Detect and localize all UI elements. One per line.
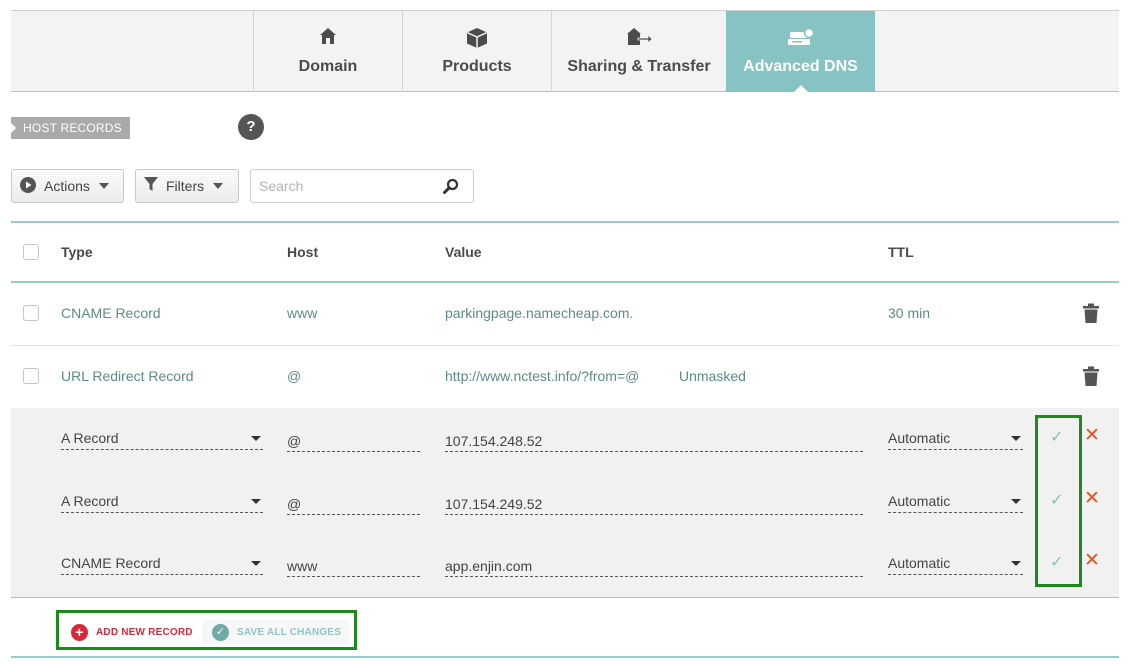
row-checkbox[interactable] bbox=[23, 368, 39, 384]
ttl-select[interactable]: Automatic bbox=[888, 428, 1023, 450]
caret-down-icon bbox=[251, 561, 261, 566]
add-new-record-label: ADD NEW RECORD bbox=[96, 626, 193, 638]
record-type: URL Redirect Record bbox=[61, 368, 194, 384]
record-host: www bbox=[287, 305, 318, 321]
save-all-changes-button[interactable]: ✓ SAVE ALL CHANGES bbox=[202, 620, 350, 644]
ttl-select[interactable]: Automatic bbox=[888, 553, 1023, 575]
ttl-value: Automatic bbox=[888, 493, 951, 509]
redirect-mode: Unmasked bbox=[679, 368, 746, 384]
record-value: http://www.nctest.info/?from=@ bbox=[445, 368, 640, 384]
check-circle-icon: ✓ bbox=[212, 623, 229, 641]
host-input[interactable]: www bbox=[287, 555, 420, 577]
trash-icon[interactable] bbox=[1083, 366, 1099, 391]
filters-label: Filters bbox=[166, 178, 205, 194]
actions-label: Actions bbox=[44, 178, 90, 194]
save-all-changes-label: SAVE ALL CHANGES bbox=[237, 626, 342, 638]
ttl-value: Automatic bbox=[888, 555, 951, 571]
ttl-value: Automatic bbox=[888, 430, 951, 446]
row-checkbox[interactable] bbox=[23, 305, 39, 321]
record-type-value: CNAME Record bbox=[61, 555, 161, 571]
tab-sharing-transfer[interactable]: Sharing & Transfer bbox=[551, 11, 726, 92]
caret-down-icon bbox=[251, 436, 261, 441]
add-new-record-button[interactable]: + ADD NEW RECORD bbox=[71, 620, 193, 644]
record-type-select[interactable]: A Record bbox=[61, 428, 263, 450]
new-records-edit-block: A Record @ 107.154.248.52 Automatic ✓ ✕ … bbox=[11, 408, 1119, 598]
value-input[interactable]: 107.154.249.52 bbox=[445, 493, 863, 515]
header-ttl: TTL bbox=[888, 244, 914, 260]
filters-button[interactable]: Filters bbox=[135, 169, 239, 203]
box-icon bbox=[403, 27, 551, 49]
actions-button[interactable]: Actions bbox=[11, 169, 124, 203]
tab-products[interactable]: Products bbox=[402, 11, 551, 92]
close-icon[interactable]: ✕ bbox=[1084, 487, 1100, 510]
dns-server-icon bbox=[726, 27, 875, 49]
record-type-select[interactable]: A Record bbox=[61, 491, 263, 513]
caret-down-icon bbox=[1011, 499, 1021, 504]
tab-label: Advanced DNS bbox=[743, 58, 858, 75]
record-actions-highlight: + ADD NEW RECORD ✓ SAVE ALL CHANGES bbox=[56, 610, 357, 650]
highlight-box-confirm-column bbox=[1035, 415, 1082, 587]
caret-down-icon bbox=[1011, 436, 1021, 441]
edit-row: A Record @ 107.154.249.52 Automatic ✓ ✕ bbox=[11, 471, 1119, 534]
transfer-icon bbox=[552, 27, 726, 49]
tab-label: Sharing & Transfer bbox=[567, 58, 711, 75]
table-header: Type Host Value TTL bbox=[11, 221, 1119, 283]
close-icon[interactable]: ✕ bbox=[1084, 549, 1100, 572]
record-host: @ bbox=[287, 368, 302, 384]
top-tab-bar: Domain Products Sharing & Transfer Advan… bbox=[11, 10, 1119, 93]
caret-down-icon bbox=[1011, 561, 1021, 566]
play-circle-icon bbox=[20, 176, 36, 196]
record-type-value: A Record bbox=[61, 493, 119, 509]
header-type: Type bbox=[61, 244, 93, 260]
search-icon[interactable] bbox=[443, 178, 459, 199]
value-input[interactable]: app.enjin.com bbox=[445, 555, 863, 577]
active-tab-caret bbox=[792, 85, 809, 93]
ttl-select[interactable]: Automatic bbox=[888, 491, 1023, 513]
help-icon[interactable]: ? bbox=[238, 114, 264, 140]
filter-icon bbox=[144, 177, 158, 195]
tab-label: Products bbox=[442, 58, 512, 75]
chevron-down-icon bbox=[213, 183, 224, 189]
tab-domain[interactable]: Domain bbox=[253, 11, 402, 92]
header-value: Value bbox=[445, 244, 482, 260]
tab-label: Domain bbox=[298, 58, 358, 75]
value-input[interactable]: 107.154.248.52 bbox=[445, 430, 863, 452]
host-input[interactable]: @ bbox=[287, 430, 420, 452]
search-input[interactable] bbox=[259, 178, 439, 194]
table-row: CNAME Record www parkingpage.namecheap.c… bbox=[11, 283, 1119, 346]
edit-row: CNAME Record www app.enjin.com Automatic… bbox=[11, 533, 1119, 596]
edit-row: A Record @ 107.154.248.52 Automatic ✓ ✕ bbox=[11, 408, 1119, 471]
header-host: Host bbox=[287, 244, 319, 260]
record-value: parkingpage.namecheap.com. bbox=[445, 305, 634, 321]
table-row: URL Redirect Record @ http://www.nctest.… bbox=[11, 346, 1119, 409]
tab-advanced-dns[interactable]: Advanced DNS bbox=[726, 11, 875, 93]
search-box bbox=[250, 169, 474, 203]
record-type-select[interactable]: CNAME Record bbox=[61, 553, 263, 575]
record-type-value: A Record bbox=[61, 430, 119, 446]
caret-down-icon bbox=[251, 499, 261, 504]
host-input[interactable]: @ bbox=[287, 493, 420, 515]
trash-icon[interactable] bbox=[1083, 303, 1099, 328]
record-ttl: 30 min bbox=[888, 305, 931, 321]
bottom-divider bbox=[11, 656, 1119, 658]
chevron-down-icon bbox=[98, 183, 109, 189]
host-records-label: HOST RECORDS bbox=[11, 117, 130, 139]
plus-circle-icon: + bbox=[71, 623, 88, 641]
close-icon[interactable]: ✕ bbox=[1084, 424, 1100, 447]
select-all-checkbox[interactable] bbox=[23, 244, 39, 260]
home-icon bbox=[254, 27, 402, 49]
record-type: CNAME Record bbox=[61, 305, 161, 321]
